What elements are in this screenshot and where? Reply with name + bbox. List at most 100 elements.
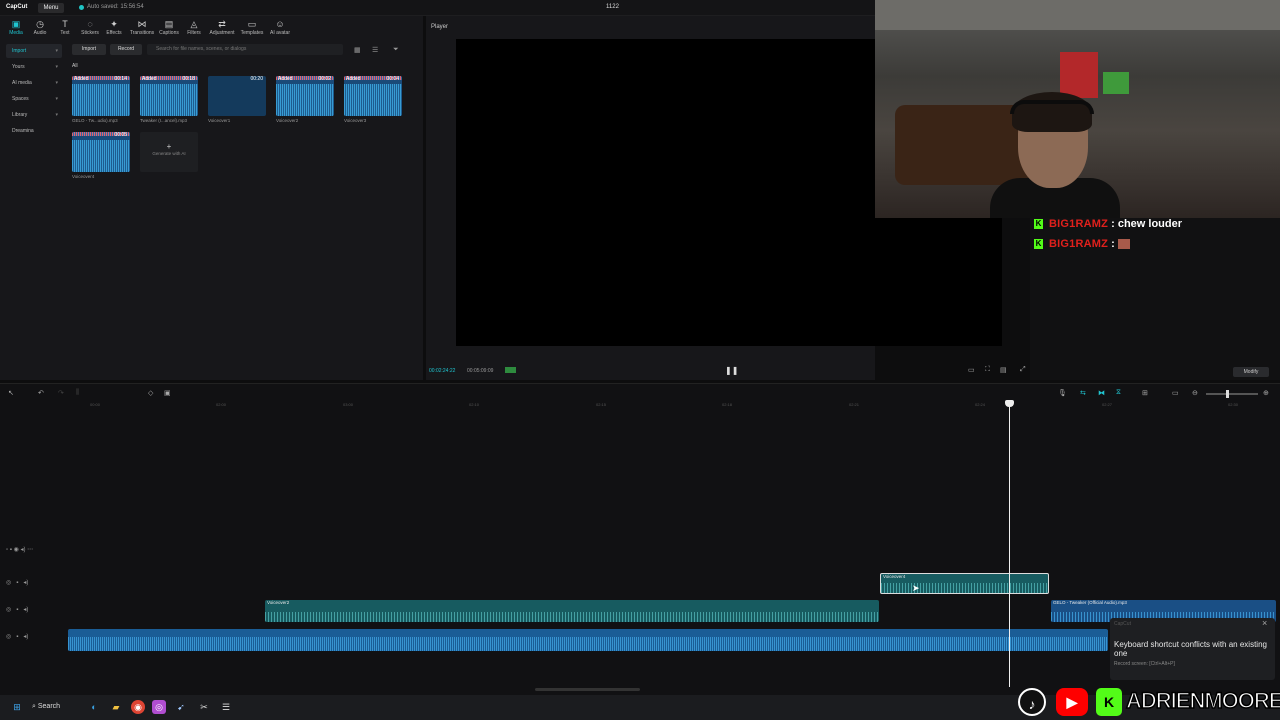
close-icon[interactable]: ×: [1262, 618, 1267, 628]
tab-audio[interactable]: ◷ Audio: [26, 20, 54, 42]
mic-icon[interactable]: 🎙: [1058, 389, 1067, 397]
sidebar-item-spaces[interactable]: Spaces ▾: [6, 92, 62, 106]
ratio-icon[interactable]: ▭: [968, 366, 975, 374]
tab-filters[interactable]: ◬ Filters: [180, 20, 208, 42]
chrome-icon[interactable]: ◉: [131, 700, 145, 714]
media-item[interactable]: Added 00:02: [276, 76, 334, 116]
search-input[interactable]: Search for file names, scenes, or dialog…: [147, 44, 343, 55]
media-item[interactable]: Added 00:14: [72, 76, 130, 116]
media-item-name: Voiceover2: [276, 118, 299, 123]
modify-button[interactable]: Modify: [1233, 367, 1269, 377]
toast-brand: CapCut: [1114, 621, 1131, 627]
track-header: ◎ ▪ ◂): [6, 579, 64, 589]
chevron-down-icon: ▾: [55, 112, 58, 118]
tab-adjustment[interactable]: ⇄ Adjustment: [208, 20, 236, 42]
audio-track-icon[interactable]: ◎ ▪ ◂): [6, 634, 28, 640]
tab-captions[interactable]: ▤ Captions: [155, 20, 183, 42]
file-explorer-icon[interactable]: ▰: [109, 700, 123, 714]
headset-icon: [1010, 100, 1094, 114]
zoom-in-icon[interactable]: ⊕: [1263, 389, 1269, 397]
import-button[interactable]: Import: [72, 44, 106, 55]
app-icon[interactable]: ☰: [219, 700, 233, 714]
media-item[interactable]: 00:05: [72, 132, 130, 172]
clip-main-audio[interactable]: [68, 629, 1108, 651]
media-item[interactable]: 00:20: [208, 76, 266, 116]
youtube-icon: ▶: [1056, 688, 1088, 716]
chat-message: K BIG1RAMZ :: [1034, 238, 1130, 250]
preview-axis-icon[interactable]: ⊞: [1142, 389, 1148, 397]
audio-track-icon[interactable]: ◎ ▪ ◂): [6, 607, 28, 613]
tab-ai-avatar[interactable]: ☺ AI avatar: [266, 20, 294, 42]
snap-icon[interactable]: ⧓: [1098, 389, 1105, 397]
crop-icon[interactable]: ⛶: [985, 366, 990, 374]
chat-message: K BIG1RAMZ : chew louder: [1034, 218, 1183, 230]
webcam-overlay: [875, 0, 1280, 218]
generate-ai-button[interactable]: + Generate with AI: [140, 132, 198, 172]
media-item[interactable]: Added 00:04: [344, 76, 402, 116]
magnet-icon[interactable]: ⧖: [1116, 389, 1121, 397]
sort-icon[interactable]: ☰: [372, 46, 378, 54]
capcut-icon[interactable]: ✂: [197, 700, 211, 714]
playhead-handle[interactable]: [1005, 400, 1014, 407]
tab-templates[interactable]: ▭ Templates: [238, 20, 266, 42]
redo-icon[interactable]: ↷: [58, 389, 64, 397]
playhead[interactable]: [1009, 402, 1010, 687]
chevron-down-icon: ▾: [55, 80, 58, 86]
lock-icon[interactable]: ▫ ▪ ◉ ◂) ⋯: [6, 547, 33, 553]
sidebar-item-dreamina[interactable]: Dreamina: [6, 124, 62, 138]
media-item-name: GELO - Tw...udio).mp3: [72, 118, 118, 123]
kick-badge-icon: K: [1034, 239, 1043, 250]
pause-icon[interactable]: ❚❚: [725, 366, 738, 375]
plus-icon: +: [166, 142, 172, 151]
chevron-down-icon: ▾: [55, 48, 58, 54]
timecode-toggle-icon[interactable]: [505, 367, 516, 373]
zoom-slider-thumb[interactable]: [1226, 390, 1229, 398]
kick-badge-icon: K: [1034, 219, 1043, 230]
screenshot-icon[interactable]: ▣: [164, 389, 171, 397]
grid-view-icon[interactable]: ▦: [354, 46, 361, 54]
quality-icon[interactable]: ▤: [1000, 366, 1007, 374]
sidebar-item-ai-media[interactable]: AI media ▾: [6, 76, 62, 90]
autosave-status: Auto saved: 15:56:54: [87, 4, 144, 10]
menu-button[interactable]: Menu: [38, 3, 64, 13]
zoom-out-icon[interactable]: ⊖: [1192, 389, 1198, 397]
timeline-ruler[interactable]: 00:00 02:00 03:00 02:10 02:15 02:18 02:2…: [68, 400, 1280, 410]
timeline-scrollbar[interactable]: [535, 688, 640, 691]
sidebar-item-yours[interactable]: Yours ▾: [6, 60, 62, 74]
steam-icon[interactable]: ➹: [174, 700, 188, 714]
select-tool-icon[interactable]: ↖: [8, 389, 14, 397]
obs-icon[interactable]: ◎: [152, 700, 166, 714]
app-logo: CapCut: [6, 4, 28, 10]
media-item[interactable]: Added 00:18: [140, 76, 198, 116]
filter-icon[interactable]: ⏷: [393, 46, 399, 54]
transitions-icon: ⋈: [137, 19, 147, 29]
clip-voiceover4[interactable]: Voiceover4: [880, 573, 1049, 594]
split-icon[interactable]: ⫼: [76, 389, 79, 397]
edge-icon[interactable]: ◐: [87, 700, 101, 714]
track-header: ◎ ▪ ◂): [6, 606, 64, 616]
total-time: 00:05:09:09: [467, 368, 494, 374]
fullscreen-icon[interactable]: ⤢: [1020, 366, 1026, 374]
link-icon[interactable]: ⇆: [1080, 389, 1086, 397]
caption-icon[interactable]: ▭: [1172, 389, 1179, 397]
sidebar-item-import[interactable]: Import ▾: [6, 44, 62, 58]
audio-track-icon[interactable]: ◎ ▪ ◂): [6, 580, 28, 586]
adjustment-icon: ⇄: [218, 19, 226, 29]
record-button[interactable]: Record: [110, 44, 142, 55]
marker-icon[interactable]: ◇: [148, 389, 153, 397]
tab-effects[interactable]: ✦ Effects: [100, 20, 128, 42]
tab-text[interactable]: T Text: [51, 20, 79, 42]
tab-transitions[interactable]: ⋈ Transitions: [128, 20, 156, 42]
media-sidenav: Import ▾ Yours ▾ AI media ▾ Spaces ▾ Library…: [6, 44, 62, 140]
kick-icon: K: [1096, 688, 1122, 716]
zoom-slider[interactable]: [1206, 390, 1258, 398]
windows-start-icon[interactable]: ⊞: [10, 700, 24, 714]
templates-icon: ▭: [247, 19, 257, 29]
clip-voiceover2[interactable]: Voiceover2: [265, 600, 879, 622]
undo-icon[interactable]: ↶: [38, 389, 44, 397]
webcam-ceiling: [875, 0, 1280, 30]
taskbar-search[interactable]: ⌕ Search: [32, 700, 76, 714]
filter-all[interactable]: All: [72, 63, 78, 69]
current-time: 00:02:24:22: [429, 368, 456, 374]
sidebar-item-library[interactable]: Library ▾: [6, 108, 62, 122]
